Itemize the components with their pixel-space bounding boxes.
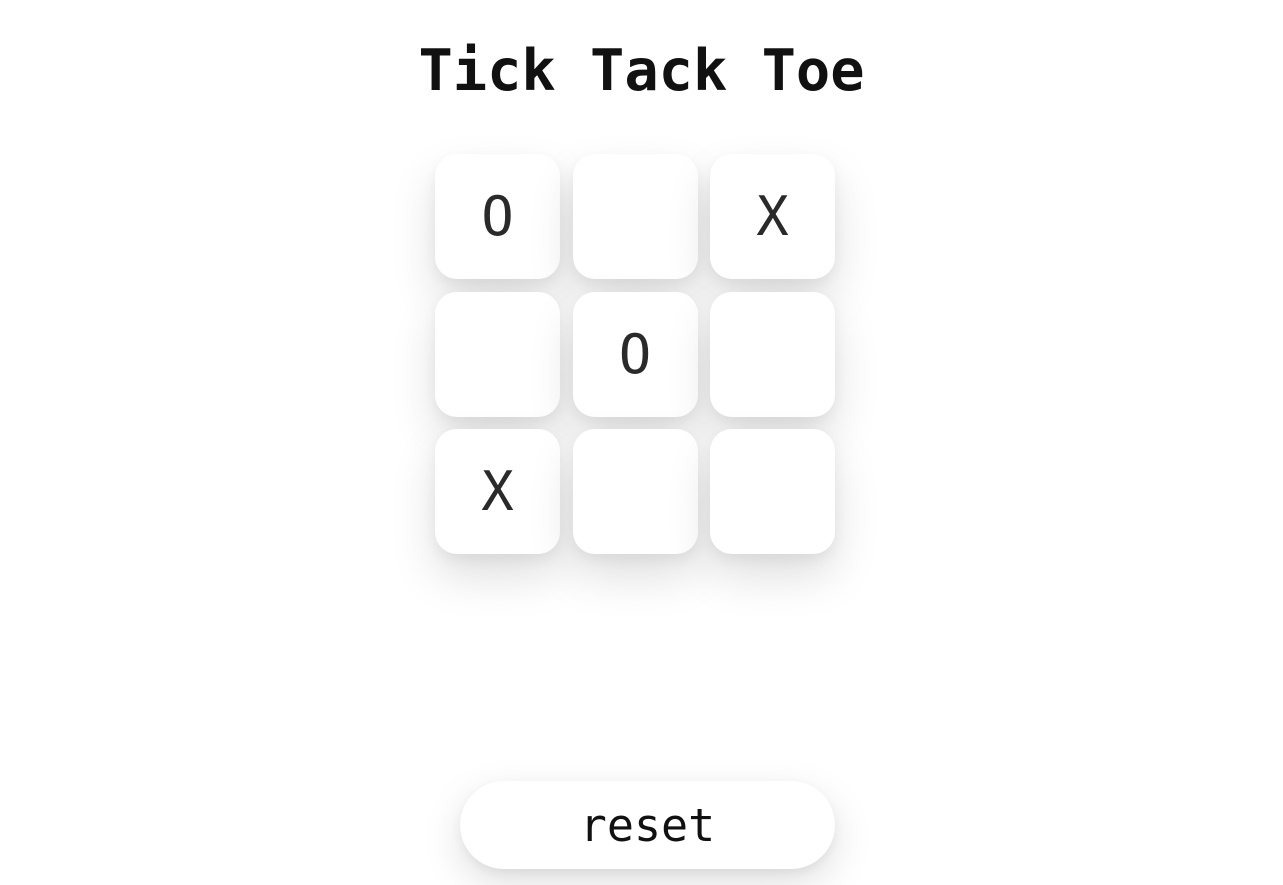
board-cell-9[interactable] [710,429,835,554]
reset-button[interactable]: reset [460,781,835,869]
game-board: O X O X [435,154,835,554]
board-cell-4[interactable] [435,291,560,417]
board-cell-3[interactable]: X [710,154,835,279]
board-cell-2[interactable] [572,154,698,279]
game-page: Tick Tack Toe O X O X reset [0,0,1283,885]
board-cell-7[interactable]: X [435,429,560,554]
page-title: Tick Tack Toe [418,38,865,104]
board-cell-5[interactable]: O [572,291,698,417]
board-cell-8[interactable] [572,429,698,554]
board-cell-1[interactable]: O [435,154,560,279]
board-cell-6[interactable] [710,291,835,417]
